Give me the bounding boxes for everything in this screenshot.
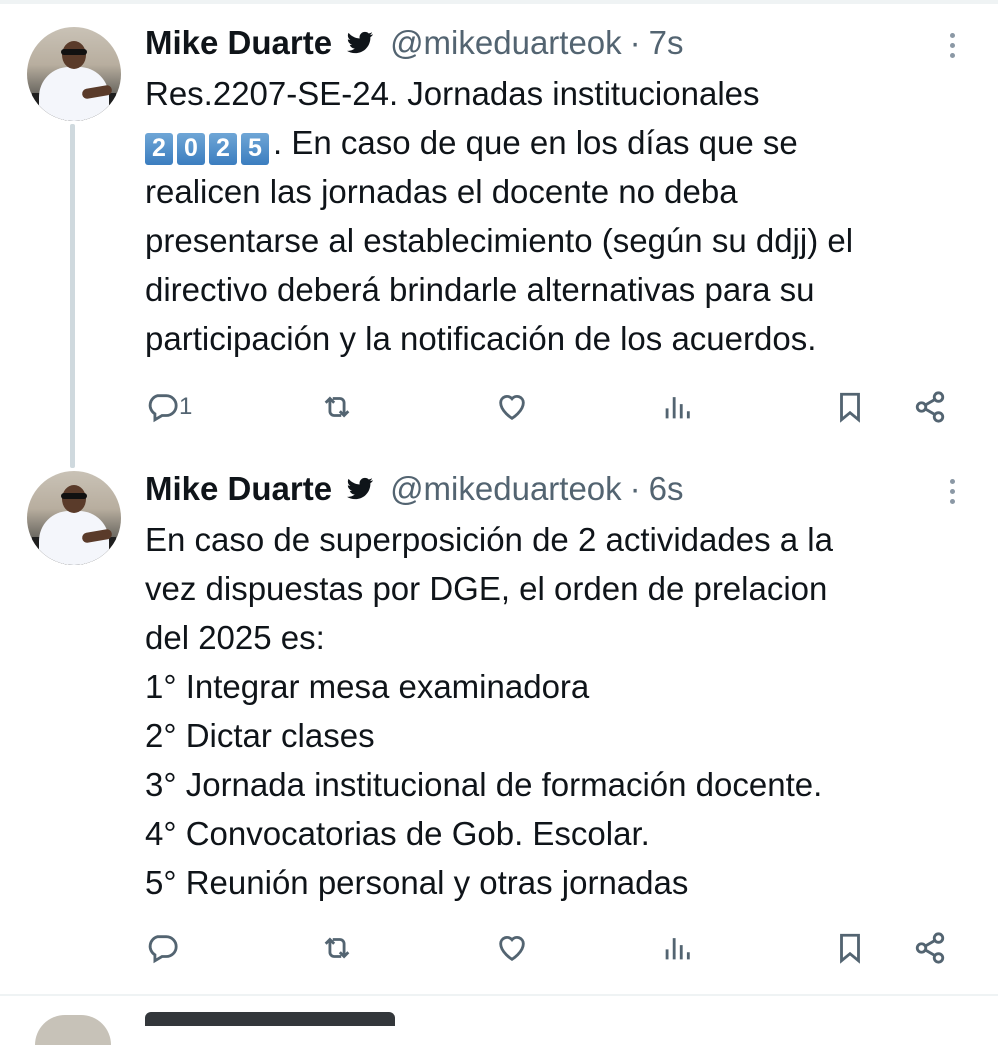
views-button[interactable] (660, 928, 694, 968)
share-button[interactable] (913, 928, 947, 968)
tweet-text: En caso de superposición de 2 actividade… (145, 521, 833, 901)
retweet-button[interactable] (320, 387, 354, 427)
views-icon (665, 938, 690, 960)
action-bar: 1 (145, 387, 955, 427)
bookmark-button[interactable] (833, 387, 867, 427)
share-button[interactable] (913, 387, 947, 427)
timestamp[interactable]: 7s (649, 24, 684, 62)
retweet-icon (324, 396, 350, 418)
keycap-digit: 2 (209, 132, 237, 165)
tweet-text: Res.2207-SE-24. Jornadas institucionales… (145, 69, 975, 363)
reply-button[interactable] (145, 928, 179, 968)
author-name[interactable]: Mike Duarte (145, 470, 332, 508)
reply-button[interactable]: 1 (145, 387, 192, 427)
reply-count: 1 (179, 393, 193, 420)
views-button[interactable] (660, 387, 694, 427)
more-icon[interactable] (944, 28, 960, 64)
avatar (35, 1015, 111, 1045)
like-button[interactable] (495, 928, 529, 968)
bookmark-button[interactable] (833, 928, 867, 968)
verified-bird-icon (346, 31, 374, 54)
reply-icon (148, 394, 178, 423)
tweet-text-line1: Res.2207-SE-24. Jornadas institucionales (145, 75, 760, 112)
like-icon (499, 936, 525, 962)
like-icon (499, 395, 525, 421)
reply-icon (148, 935, 178, 964)
separator: · (629, 470, 641, 507)
tweet-header: Mike Duarte @mikeduarteok · 6s (145, 469, 684, 509)
timestamp[interactable]: 6s (649, 470, 684, 508)
keycap-digit: 0 (177, 132, 205, 165)
views-icon (665, 397, 690, 419)
author-handle[interactable]: @mikeduarteok (390, 24, 622, 62)
keycap-digit: 2 (145, 132, 173, 165)
share-icon (915, 391, 945, 423)
action-bar (145, 928, 955, 968)
top-divider (0, 0, 998, 4)
retweet-icon (324, 937, 350, 959)
author-name[interactable]: Mike Duarte (145, 24, 332, 62)
bookmark-icon (840, 933, 860, 964)
separator: · (629, 24, 641, 61)
verified-bird-icon (346, 477, 374, 500)
next-tweet-peek (145, 1012, 745, 1026)
tweet-divider (0, 994, 998, 996)
bookmark-icon (840, 392, 860, 423)
like-button[interactable] (495, 387, 529, 427)
retweet-button[interactable] (320, 928, 354, 968)
avatar[interactable] (27, 27, 121, 121)
share-icon (915, 932, 945, 964)
tweet-header: Mike Duarte @mikeduarteok · 7s (145, 23, 684, 63)
keycap-digit: 5 (241, 132, 269, 165)
avatar[interactable] (27, 471, 121, 565)
more-icon[interactable] (944, 474, 960, 510)
thread-connector (70, 124, 75, 468)
author-handle[interactable]: @mikeduarteok (390, 470, 622, 508)
